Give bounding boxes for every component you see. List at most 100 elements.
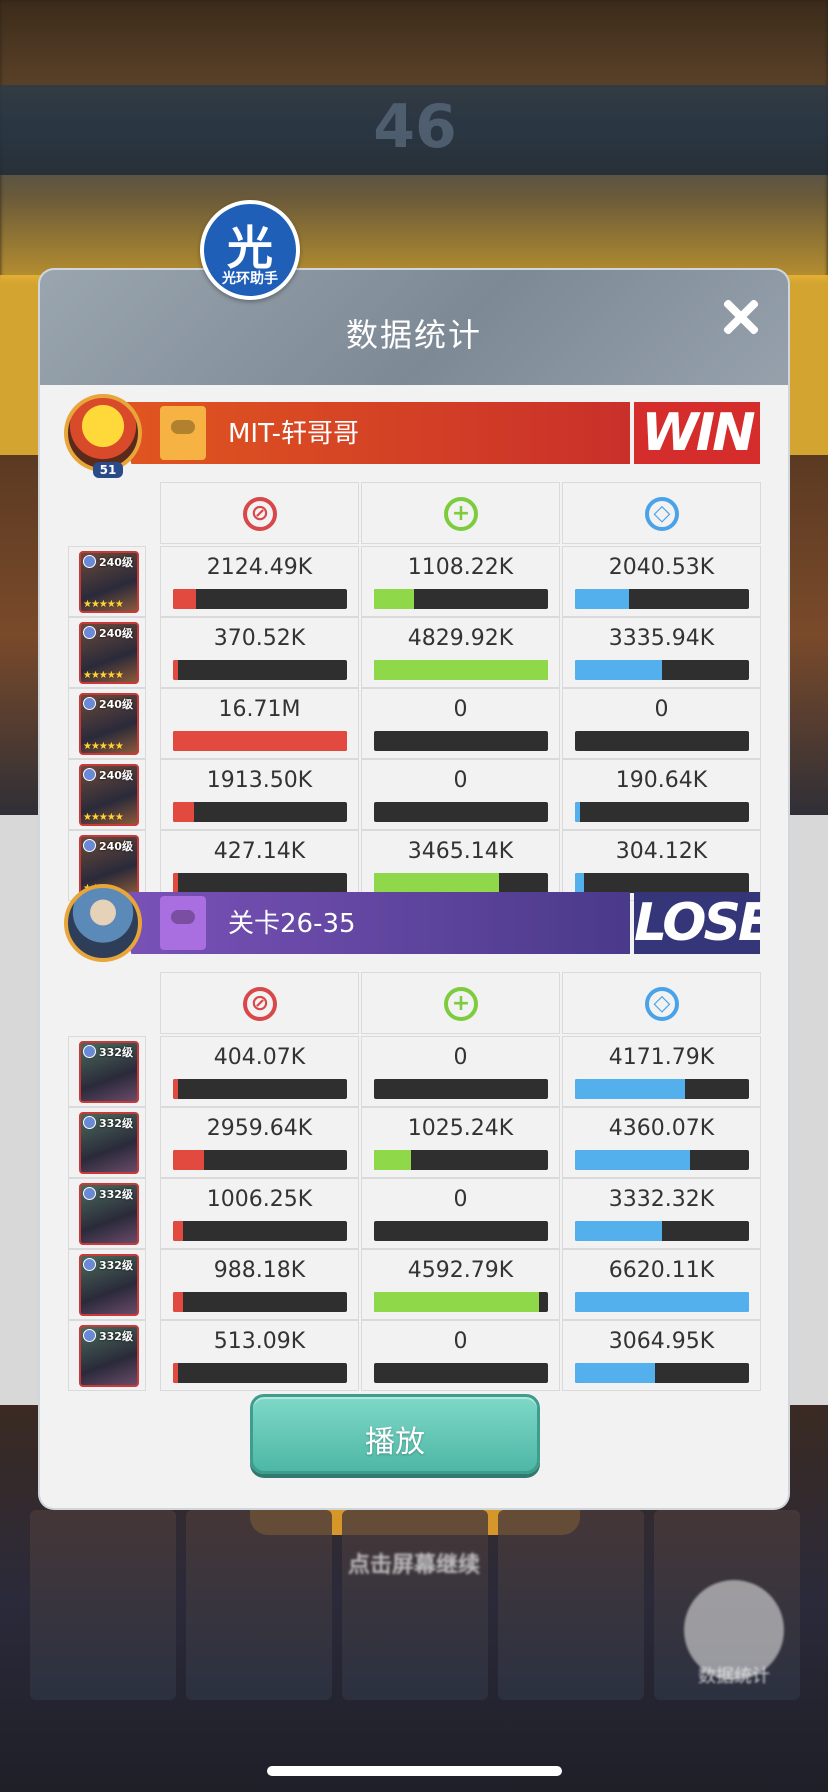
element-icon [83,1329,96,1342]
defense-bar-track [575,589,749,609]
hero-portrait[interactable]: 240级 ★★★★★ [79,622,139,684]
dialog-title: 数据统计 [345,316,482,354]
hero-row: 240级 ★★★★★ 1913.50K 0 190.64K [68,759,761,830]
hero-stars: ★★★★★ [83,599,124,610]
background-hero-card [342,1510,488,1700]
heal-cell: 0 [361,1178,560,1249]
hero-level: 240级 [99,698,133,711]
hero-row: 332级 1006.25K 0 3332.32K [68,1178,761,1249]
defense-bar-fill [575,660,662,680]
hero-portrait[interactable]: 332级 [79,1041,139,1103]
defense-cell: 3335.94K [562,617,761,688]
damage-cell: 370.52K [160,617,359,688]
hero-portrait[interactable]: 240级 ★★★★★ [79,693,139,755]
damage-bar-fill [173,802,194,822]
damage-bar-track [173,802,347,822]
team-avatar[interactable] [64,884,142,962]
home-indicator[interactable] [267,1766,562,1776]
element-icon [83,1045,96,1058]
stats-header-row: ⊘ + ◇ [160,482,761,544]
result-text: WIN [641,403,755,463]
defense-cell: 3064.95K [562,1320,761,1391]
heal-bar-fill [374,1292,539,1312]
damage-bar-track [173,1079,347,1099]
hero-cell: 240级 ★★★★★ [68,759,146,830]
heal-value: 4592.79K [407,1258,514,1283]
heal-icon: + [444,497,478,531]
damage-icon: ⊘ [243,987,277,1021]
hero-level: 332级 [99,1046,133,1059]
stats-header-row: ⊘ + ◇ [160,972,761,1034]
damage-value: 427.14K [213,839,306,864]
stats-header-cell: ◇ [562,972,761,1034]
play-button-label: 播放 [365,1425,425,1460]
hero-portrait[interactable]: 240级 ★★★★★ [79,551,139,613]
defense-value: 6620.11K [608,1258,715,1283]
hero-cell: 332级 [68,1249,146,1320]
team-name: MIT-轩哥哥 [228,419,359,449]
defense-bar-track [575,1292,749,1312]
damage-cell: 513.09K [160,1320,359,1391]
hero-portrait[interactable]: 332级 [79,1325,139,1387]
damage-bar-track [173,1221,347,1241]
hero-level: 240级 [99,627,133,640]
damage-bar-fill [173,1079,178,1099]
element-icon [83,1116,96,1129]
team-avatar[interactable] [64,394,142,472]
team-name: 关卡26-35 [228,909,356,939]
damage-value: 2959.64K [206,1116,313,1141]
defense-bar-fill [575,1150,690,1170]
close-icon[interactable] [716,292,766,342]
heal-cell: 4592.79K [361,1249,560,1320]
damage-bar-track [173,731,347,751]
defense-bar-track [575,731,749,751]
damage-bar-track [173,660,347,680]
defense-cell: 2040.53K [562,546,761,617]
stats-header-cell: ⊘ [160,972,359,1034]
assist-badge[interactable]: 光 光环助手 [200,200,300,300]
defense-cell: 3332.32K [562,1178,761,1249]
result-text: LOSE [634,893,760,953]
element-icon [83,1258,96,1271]
heal-bar-track [374,1079,548,1099]
damage-cell: 988.18K [160,1249,359,1320]
hero-portrait[interactable]: 332级 [79,1112,139,1174]
background-hero-card [186,1510,332,1700]
background-stats-label: 数据统计 [698,1666,770,1687]
hero-portrait[interactable]: 332级 [79,1254,139,1316]
hero-level: 240级 [99,556,133,569]
defense-cell: 0 [562,688,761,759]
heal-bar-track [374,1221,548,1241]
defense-bar-fill [575,1079,685,1099]
defense-cell: 6620.11K [562,1249,761,1320]
continue-hint: 点击屏幕继续 [347,1553,480,1578]
damage-bar-fill [173,1150,204,1170]
stats-header-cell: + [361,482,560,544]
hero-row: 240级 ★★★★★ 2124.49K 1108.22K 2040.53K [68,546,761,617]
background-hero-card [30,1510,176,1700]
hero-level: 332级 [99,1117,133,1130]
damage-value: 404.07K [213,1045,306,1070]
defense-bar-track [575,802,749,822]
defense-value: 4360.07K [608,1116,715,1141]
damage-value: 1006.25K [206,1187,313,1212]
heal-value: 1025.24K [407,1116,514,1141]
play-button[interactable]: 播放 [250,1394,540,1474]
defense-value: 2040.53K [608,555,715,580]
hero-cell: 332级 [68,1036,146,1107]
heal-cell: 0 [361,688,560,759]
heal-bar-fill [374,1150,411,1170]
defense-cell: 4171.79K [562,1036,761,1107]
hero-portrait[interactable]: 332级 [79,1183,139,1245]
hero-cell: 240级 ★★★★★ [68,546,146,617]
element-icon [83,1187,96,1200]
heal-value: 0 [453,697,468,722]
damage-bar-track [173,589,347,609]
element-icon [83,839,96,852]
damage-value: 1913.50K [206,768,313,793]
hero-portrait[interactable]: 240级 ★★★★★ [79,764,139,826]
defense-cell: 190.64K [562,759,761,830]
result-badge: LOSE [634,892,760,954]
heal-value: 1108.22K [407,555,514,580]
team-flag-icon [160,896,206,950]
